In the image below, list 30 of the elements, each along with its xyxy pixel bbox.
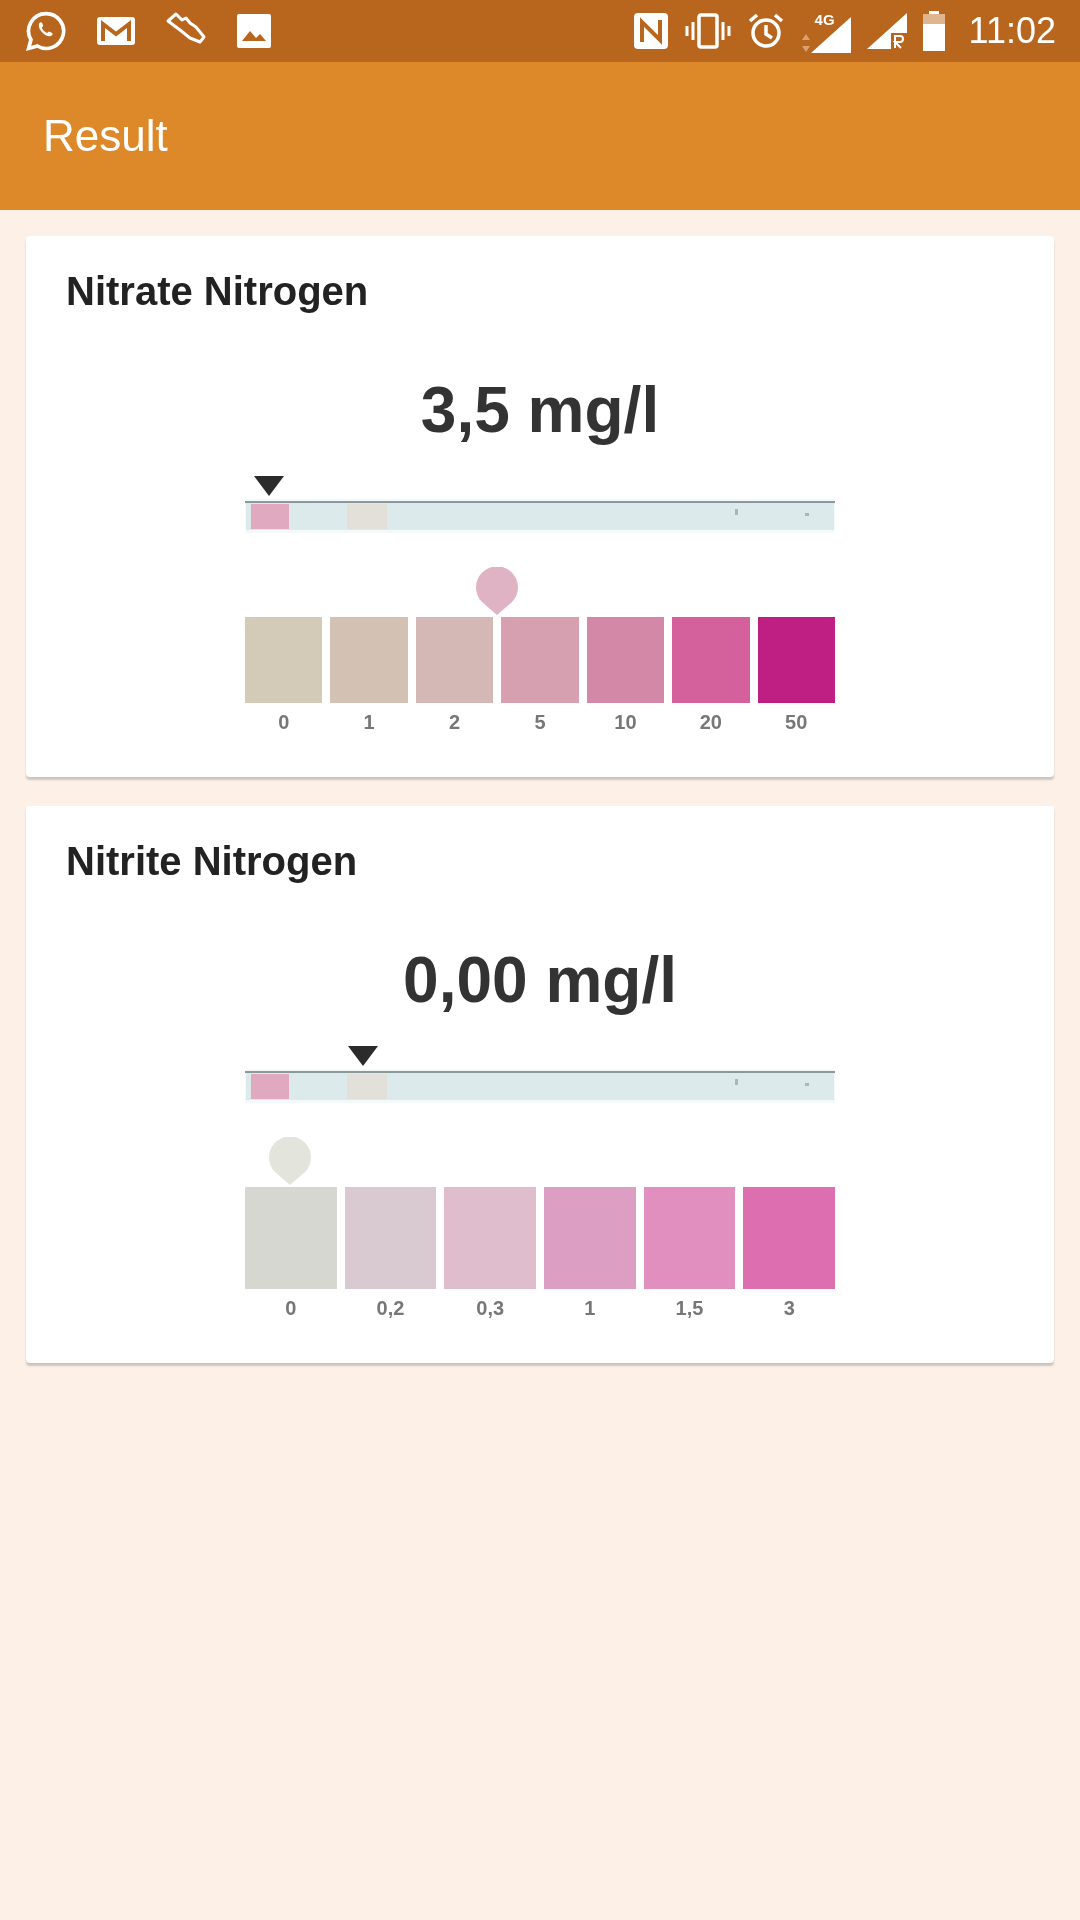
swatch-label: 0 [285, 1295, 297, 1321]
swatch-label: 1 [363, 710, 375, 735]
swatch-label: 2 [449, 710, 461, 735]
mail-icon [96, 15, 136, 47]
vibrate-icon [684, 13, 731, 49]
alarm-icon [746, 12, 785, 50]
status-time: 11:02 [968, 9, 1056, 53]
data-arrows-icon [800, 33, 811, 54]
pointer-icon [253, 476, 284, 496]
roaming-signal-icon [866, 13, 907, 49]
chat-bubble-icon [24, 9, 68, 53]
swatch-label: 5 [534, 710, 546, 735]
swatch-label: 1 [584, 1295, 596, 1321]
card-title: Nitrite Nitrogen [66, 838, 359, 885]
signal-icon [810, 17, 851, 54]
swatch-label: 10 [614, 710, 637, 735]
swatch-label: 0 [278, 710, 290, 735]
pointer-icon [348, 1046, 378, 1066]
image-icon [236, 13, 272, 49]
swatch-label: 0,3 [476, 1295, 505, 1321]
swatch-label: 1,5 [675, 1295, 704, 1321]
app-title: Result [43, 110, 168, 162]
swatch-label: 50 [785, 710, 808, 735]
swatch-label: 3 [783, 1295, 795, 1321]
battery-icon [922, 11, 945, 51]
swatch-label: 20 [699, 710, 722, 735]
network-type-label: 4G [814, 9, 835, 30]
swatch-label: 0,2 [376, 1295, 405, 1321]
card-title: Nitrate Nitrogen [66, 268, 370, 315]
nfc-icon [632, 12, 669, 50]
